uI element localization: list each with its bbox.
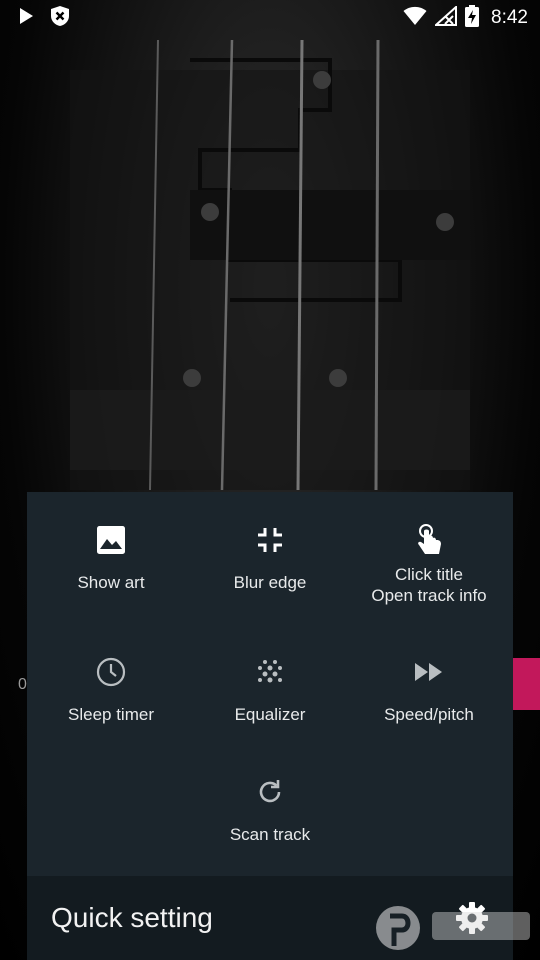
- image-icon: [95, 524, 127, 556]
- click-title-sublabel: Open track info: [371, 586, 487, 605]
- no-signal-icon: [433, 4, 458, 31]
- battery-charging-icon: [465, 4, 480, 32]
- scan-track-button[interactable]: Scan track: [189, 776, 351, 845]
- quick-settings-sheet: Show art Blur edge Click title Open trac…: [27, 492, 513, 960]
- speed-pitch-button[interactable]: Speed/pitch: [348, 656, 510, 725]
- click-title-label: Click title: [394, 565, 463, 584]
- speed-pitch-label: Speed/pitch: [384, 705, 474, 724]
- status-time: 8:42: [491, 7, 528, 28]
- status-bar: 8:42: [0, 0, 540, 36]
- blur-edge-toggle[interactable]: Blur edge: [189, 524, 351, 593]
- equalizer-button[interactable]: Equalizer: [189, 656, 351, 725]
- quick-setting-title: Quick setting: [51, 902, 213, 933]
- blur-edge-label: Blur edge: [233, 573, 307, 592]
- collapse-icon: [254, 524, 286, 556]
- clock-icon: [95, 656, 127, 688]
- sleep-timer-button[interactable]: Sleep timer: [30, 656, 192, 725]
- equalizer-dots-icon: [254, 656, 286, 688]
- scan-track-label: Scan track: [229, 825, 311, 844]
- shield-icon: [50, 5, 70, 32]
- elapsed-time-peek: 0: [18, 676, 27, 693]
- refresh-icon: [254, 776, 286, 808]
- watermark-logo: [372, 898, 540, 960]
- click-title-toggle[interactable]: Click title Open track info: [348, 524, 510, 606]
- sleep-timer-label: Sleep timer: [68, 705, 154, 724]
- play-notification-icon: [18, 7, 34, 30]
- wifi-icon: [403, 6, 427, 31]
- equalizer-label: Equalizer: [234, 705, 306, 724]
- show-art-toggle[interactable]: Show art: [30, 524, 192, 593]
- touch-icon: [413, 524, 445, 556]
- show-art-label: Show art: [77, 573, 145, 592]
- fast-forward-icon: [413, 656, 445, 688]
